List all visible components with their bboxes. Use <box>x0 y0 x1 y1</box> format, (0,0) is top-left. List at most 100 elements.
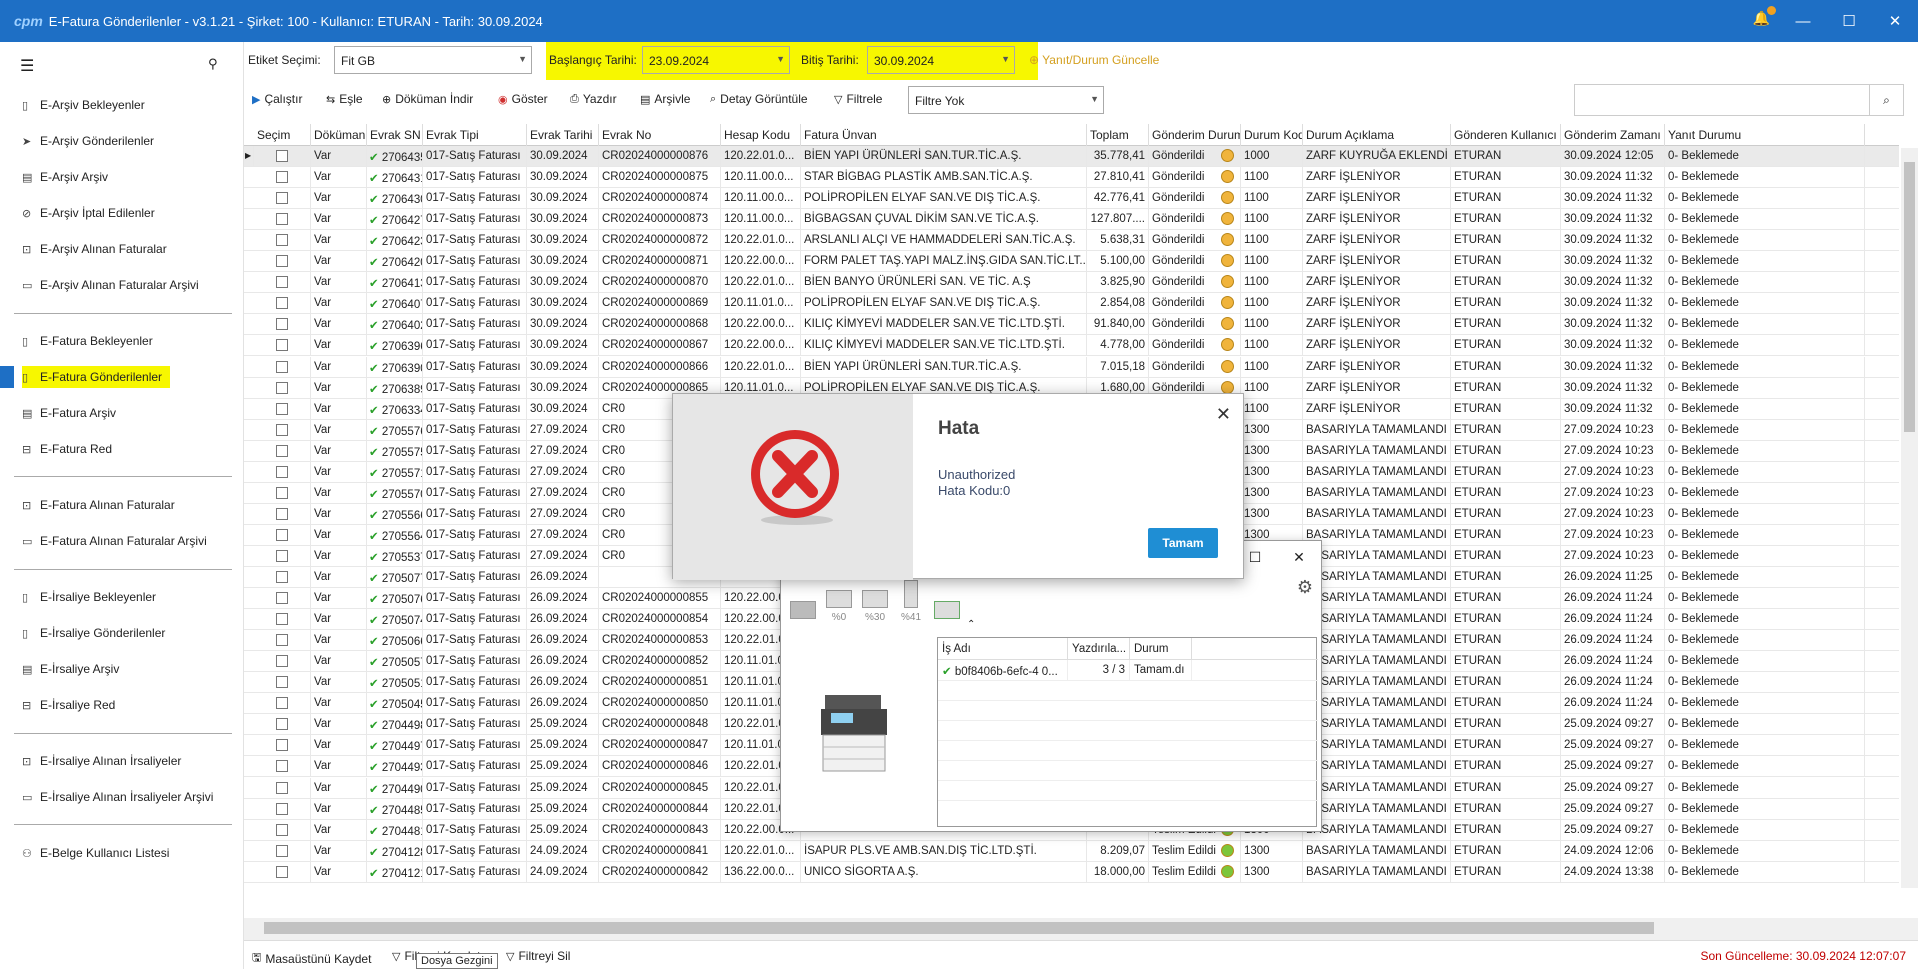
table-row[interactable]: Var ✔ 2706423 017-Satış Faturası 30.09.2024… <box>244 230 1899 252</box>
filter-select[interactable]: Filtre Yok ▼ <box>908 86 1104 114</box>
scroll-thumb[interactable] <box>264 922 1654 934</box>
match-button[interactable]: ⇆ Eşle <box>326 92 363 106</box>
row-checkbox[interactable] <box>276 234 288 247</box>
scroll-thumb[interactable] <box>1904 162 1915 432</box>
horizontal-scrollbar[interactable] <box>244 918 1918 940</box>
column-header[interactable]: Gönderim Durumu <box>1149 124 1241 146</box>
search-input[interactable]: ⌕ <box>1574 84 1904 116</box>
sidebar-item[interactable]: ▭ E-Fatura Alınan Faturalar Arşivi <box>22 530 207 552</box>
table-row[interactable]: Var ✔ 2706430 017-Satış Faturası 30.09.2024… <box>244 188 1899 210</box>
sidebar-item[interactable]: ▯ E-Arşiv Bekleyenler <box>22 94 145 116</box>
row-checkbox[interactable] <box>276 781 288 794</box>
column-header[interactable]: Hesap Kodu <box>721 124 801 146</box>
bell-icon[interactable]: 🔔 <box>1753 6 1776 27</box>
row-checkbox[interactable] <box>276 360 288 373</box>
run-button[interactable]: ▶ Çalıştır <box>252 92 302 106</box>
clear-filter-button[interactable]: ▽ Filtreyi Sil <box>506 949 570 963</box>
table-row[interactable]: Var ✔ 2704121 017-Satış Faturası 24.09.2024… <box>244 861 1899 883</box>
archive-button[interactable]: ▤ Arşivle <box>640 92 690 106</box>
sidebar-item[interactable]: ▤ E-İrsaliye Arşiv <box>22 658 119 680</box>
sidebar-item[interactable]: ⊟ E-İrsaliye Red <box>22 694 115 716</box>
row-checkbox[interactable] <box>276 634 288 647</box>
close-button[interactable]: ✕ <box>1277 541 1321 573</box>
row-checkbox[interactable] <box>276 823 288 836</box>
table-row[interactable]: Var ✔ 2706420 017-Satış Faturası 30.09.2024… <box>244 251 1899 273</box>
column-header[interactable]: Evrak Tipi <box>423 124 527 146</box>
row-checkbox[interactable] <box>276 865 288 878</box>
vertical-scrollbar[interactable] <box>1901 148 1918 888</box>
sidebar-item[interactable]: ⊟ E-Fatura Red <box>22 438 112 460</box>
gear-icon[interactable]: ⚙ <box>1297 577 1313 598</box>
row-checkbox[interactable] <box>276 528 288 541</box>
sidebar-item[interactable]: ▤ E-Arşiv Arşiv <box>22 166 108 188</box>
table-row[interactable]: Var ✔ 2706396 017-Satış Faturası 30.09.2024… <box>244 335 1899 357</box>
sidebar-item[interactable]: ➤ E-Arşiv Gönderilenler <box>22 130 154 152</box>
minimize-button[interactable]: — <box>1780 0 1826 42</box>
row-checkbox[interactable] <box>276 507 288 520</box>
row-checkbox[interactable] <box>276 150 288 162</box>
column-header[interactable]: Döküman <box>311 124 367 146</box>
menu-icon[interactable]: ☰ <box>20 56 34 76</box>
row-checkbox[interactable] <box>276 318 288 331</box>
row-checkbox[interactable] <box>276 402 288 415</box>
table-row[interactable]: Var ✔ 2704128 017-Satış Faturası 24.09.2024… <box>244 840 1899 862</box>
sidebar-item[interactable]: ⊡ E-İrsaliye Alınan İrsaliyeler <box>22 750 181 772</box>
sidebar-item[interactable]: ▭ E-Arşiv Alınan Faturalar Arşivi <box>22 274 199 296</box>
row-checkbox[interactable] <box>276 549 288 562</box>
sidebar-item[interactable]: ▭ E-İrsaliye Alınan İrsaliyeler Arşivi <box>22 786 213 808</box>
column-header[interactable]: Evrak No <box>599 124 721 146</box>
row-checkbox[interactable] <box>276 718 288 731</box>
column-header[interactable]: Seçim <box>254 124 311 146</box>
job-progress-header[interactable]: Yazdırıla... <box>1068 638 1130 660</box>
table-row[interactable]: ▶ Var ✔ 2706435 017-Satış Faturası 30.09.202… <box>244 146 1899 167</box>
ok-button[interactable]: Tamam <box>1148 528 1218 558</box>
row-checkbox[interactable] <box>276 276 288 289</box>
etiket-select[interactable]: Fit GB ▼ <box>334 46 532 74</box>
sidebar-item[interactable]: ▤ E-Fatura Arşiv <box>22 402 116 424</box>
table-row[interactable]: Var ✔ 2706413 017-Satış Faturası 30.09.2024… <box>244 272 1899 294</box>
sidebar-item[interactable]: ▯ E-Fatura Gönderilenler <box>22 366 171 388</box>
row-checkbox[interactable] <box>276 444 288 457</box>
column-header[interactable]: Toplam <box>1087 124 1149 146</box>
row-checkbox[interactable] <box>276 255 288 268</box>
sidebar-item[interactable]: ⊡ E-Fatura Alınan Faturalar <box>22 494 175 516</box>
end-date-picker[interactable]: 30.09.2024 ▼ <box>867 46 1015 74</box>
row-checkbox[interactable] <box>276 465 288 478</box>
column-header[interactable]: Yanıt Durumu <box>1665 124 1865 146</box>
search-icon[interactable]: ⌕ <box>1869 85 1903 115</box>
sidebar-item[interactable]: ⊡ E-Arşiv Alınan Faturalar <box>22 238 167 260</box>
column-header[interactable]: Gönderen Kullanıcı <box>1451 124 1561 146</box>
print-job-row[interactable]: ✔ b0f8406b-6efc-4 0... <box>938 660 1068 680</box>
table-row[interactable]: Var ✔ 2706390 017-Satış Faturası 30.09.2024… <box>244 356 1899 378</box>
sidebar-item[interactable]: ▯ E-İrsaliye Bekleyenler <box>22 586 156 608</box>
row-checkbox[interactable] <box>276 486 288 499</box>
table-row[interactable]: Var ✔ 2706427 017-Satış Faturası 30.09.2024… <box>244 209 1899 231</box>
row-checkbox[interactable] <box>276 381 288 394</box>
column-header[interactable]: Evrak Tarihi <box>527 124 599 146</box>
sidebar-item[interactable]: ▯ E-İrsaliye Gönderilenler <box>22 622 165 644</box>
row-checkbox[interactable] <box>276 655 288 668</box>
row-checkbox[interactable] <box>276 844 288 857</box>
row-checkbox[interactable] <box>276 423 288 436</box>
refresh-status-button[interactable]: ⊕ Yanıt/Durum Güncelle <box>1029 53 1159 67</box>
column-header[interactable]: Fatura Ünvan <box>801 124 1087 146</box>
sidebar-item[interactable]: ▯ E-Fatura Bekleyenler <box>22 330 153 352</box>
show-button[interactable]: ◉ Göster <box>498 92 548 106</box>
row-checkbox[interactable] <box>276 297 288 310</box>
row-checkbox[interactable] <box>276 697 288 710</box>
job-name-header[interactable]: İş Adı <box>938 638 1068 660</box>
job-status-header[interactable]: Durum <box>1130 638 1192 660</box>
row-checkbox[interactable] <box>276 760 288 773</box>
column-header[interactable]: Evrak SN <box>367 124 423 146</box>
row-checkbox[interactable] <box>276 676 288 689</box>
print-button[interactable]: ⎙ Yazdır <box>570 92 617 106</box>
sidebar-item[interactable]: ⚇ E-Belge Kullanıcı Listesi <box>22 842 169 864</box>
column-header[interactable]: Gönderim Zamanı <box>1561 124 1665 146</box>
row-checkbox[interactable] <box>276 592 288 605</box>
collapse-icon[interactable]: ⌃ <box>967 619 975 630</box>
save-desktop-button[interactable]: 🖫 Masaüstünü Kaydet <box>252 949 371 968</box>
maximize-button[interactable]: ☐ <box>1826 0 1872 42</box>
row-checkbox[interactable] <box>276 192 288 205</box>
row-checkbox[interactable] <box>276 802 288 815</box>
row-checkbox[interactable] <box>276 339 288 352</box>
